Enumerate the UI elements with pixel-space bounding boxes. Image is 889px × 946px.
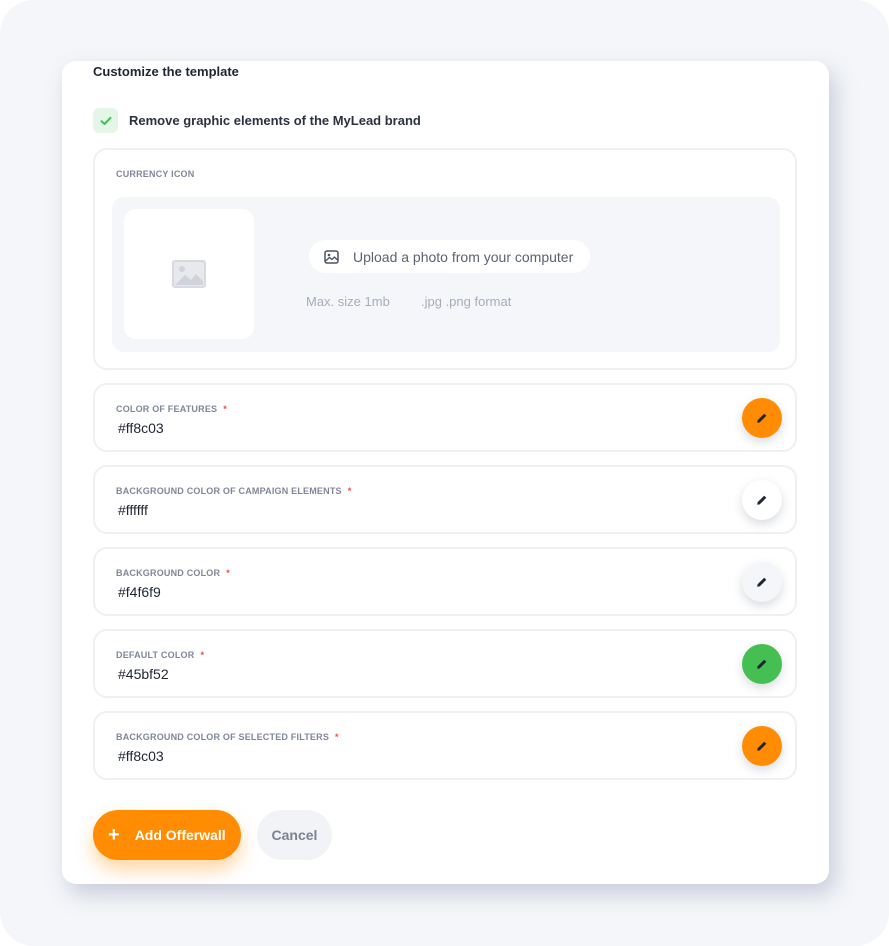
remove-branding-checkbox[interactable] [93,108,118,133]
color-field-default[interactable]: DEFAULT COLOR * #45bf52 [93,629,797,698]
pencil-icon [757,577,767,587]
color-value: #ff8c03 [118,420,164,436]
color-value: #45bf52 [118,666,169,682]
cancel-button[interactable]: Cancel [257,810,332,860]
add-offerwall-label: Add Offerwall [134,827,226,843]
customize-panel: Customize the template Remove graphic el… [62,61,829,884]
color-picker-button[interactable] [742,398,782,438]
required-marker: * [226,568,230,578]
required-marker: * [335,732,339,742]
color-field-label: BACKGROUND COLOR * [116,568,230,578]
color-picker-button[interactable] [742,562,782,602]
color-field-background[interactable]: BACKGROUND COLOR * #f4f6f9 [93,547,797,616]
pencil-icon [757,659,767,669]
required-marker: * [347,486,352,496]
format-hint: .jpg .png format [421,294,512,309]
currency-icon-label: CURRENCY ICON [116,169,195,179]
color-picker-button[interactable] [742,480,782,520]
color-field-label: COLOR OF FEATURES * [116,404,227,414]
color-value: #ff8c03 [118,748,164,764]
color-value: #f4f6f9 [118,584,161,600]
pencil-icon [757,413,767,423]
image-placeholder-icon [172,260,206,288]
remove-branding-option[interactable]: Remove graphic elements of the MyLead br… [93,108,421,133]
upload-photo-label: Upload a photo from your computer [353,248,574,265]
currency-icon-preview [124,209,254,339]
required-marker: * [223,404,227,414]
add-offerwall-button[interactable]: + Add Offerwall [93,810,241,860]
color-field-label: DEFAULT COLOR * [116,650,205,660]
color-value: #ffffff [118,502,148,518]
color-field-campaign-elements-background[interactable]: BACKGROUND COLOR OF CAMPAIGN ELEMENTS * #… [93,465,797,534]
color-field-features[interactable]: COLOR OF FEATURES * #ff8c03 [93,383,797,452]
check-icon [100,116,111,125]
remove-branding-label: Remove graphic elements of the MyLead br… [129,113,421,128]
color-picker-button[interactable] [742,726,782,766]
image-icon [324,249,339,264]
pencil-icon [757,495,767,505]
color-field-label: BACKGROUND COLOR OF SELECTED FILTERS * [116,732,339,742]
max-size-hint: Max. size 1mb [306,294,390,309]
plus-icon: + [108,824,120,846]
currency-icon-card: CURRENCY ICON Upload a photo from your c… [93,148,797,370]
section-title: Customize the template [93,64,239,79]
upload-area[interactable]: Upload a photo from your computer Max. s… [112,197,780,352]
pencil-icon [757,741,767,751]
color-field-selected-filters-background[interactable]: BACKGROUND COLOR OF SELECTED FILTERS * #f… [93,711,797,780]
required-marker: * [200,650,205,660]
color-picker-button[interactable] [742,644,782,684]
color-field-label: BACKGROUND COLOR OF CAMPAIGN ELEMENTS * [116,486,352,496]
upload-photo-button[interactable]: Upload a photo from your computer [309,240,590,273]
